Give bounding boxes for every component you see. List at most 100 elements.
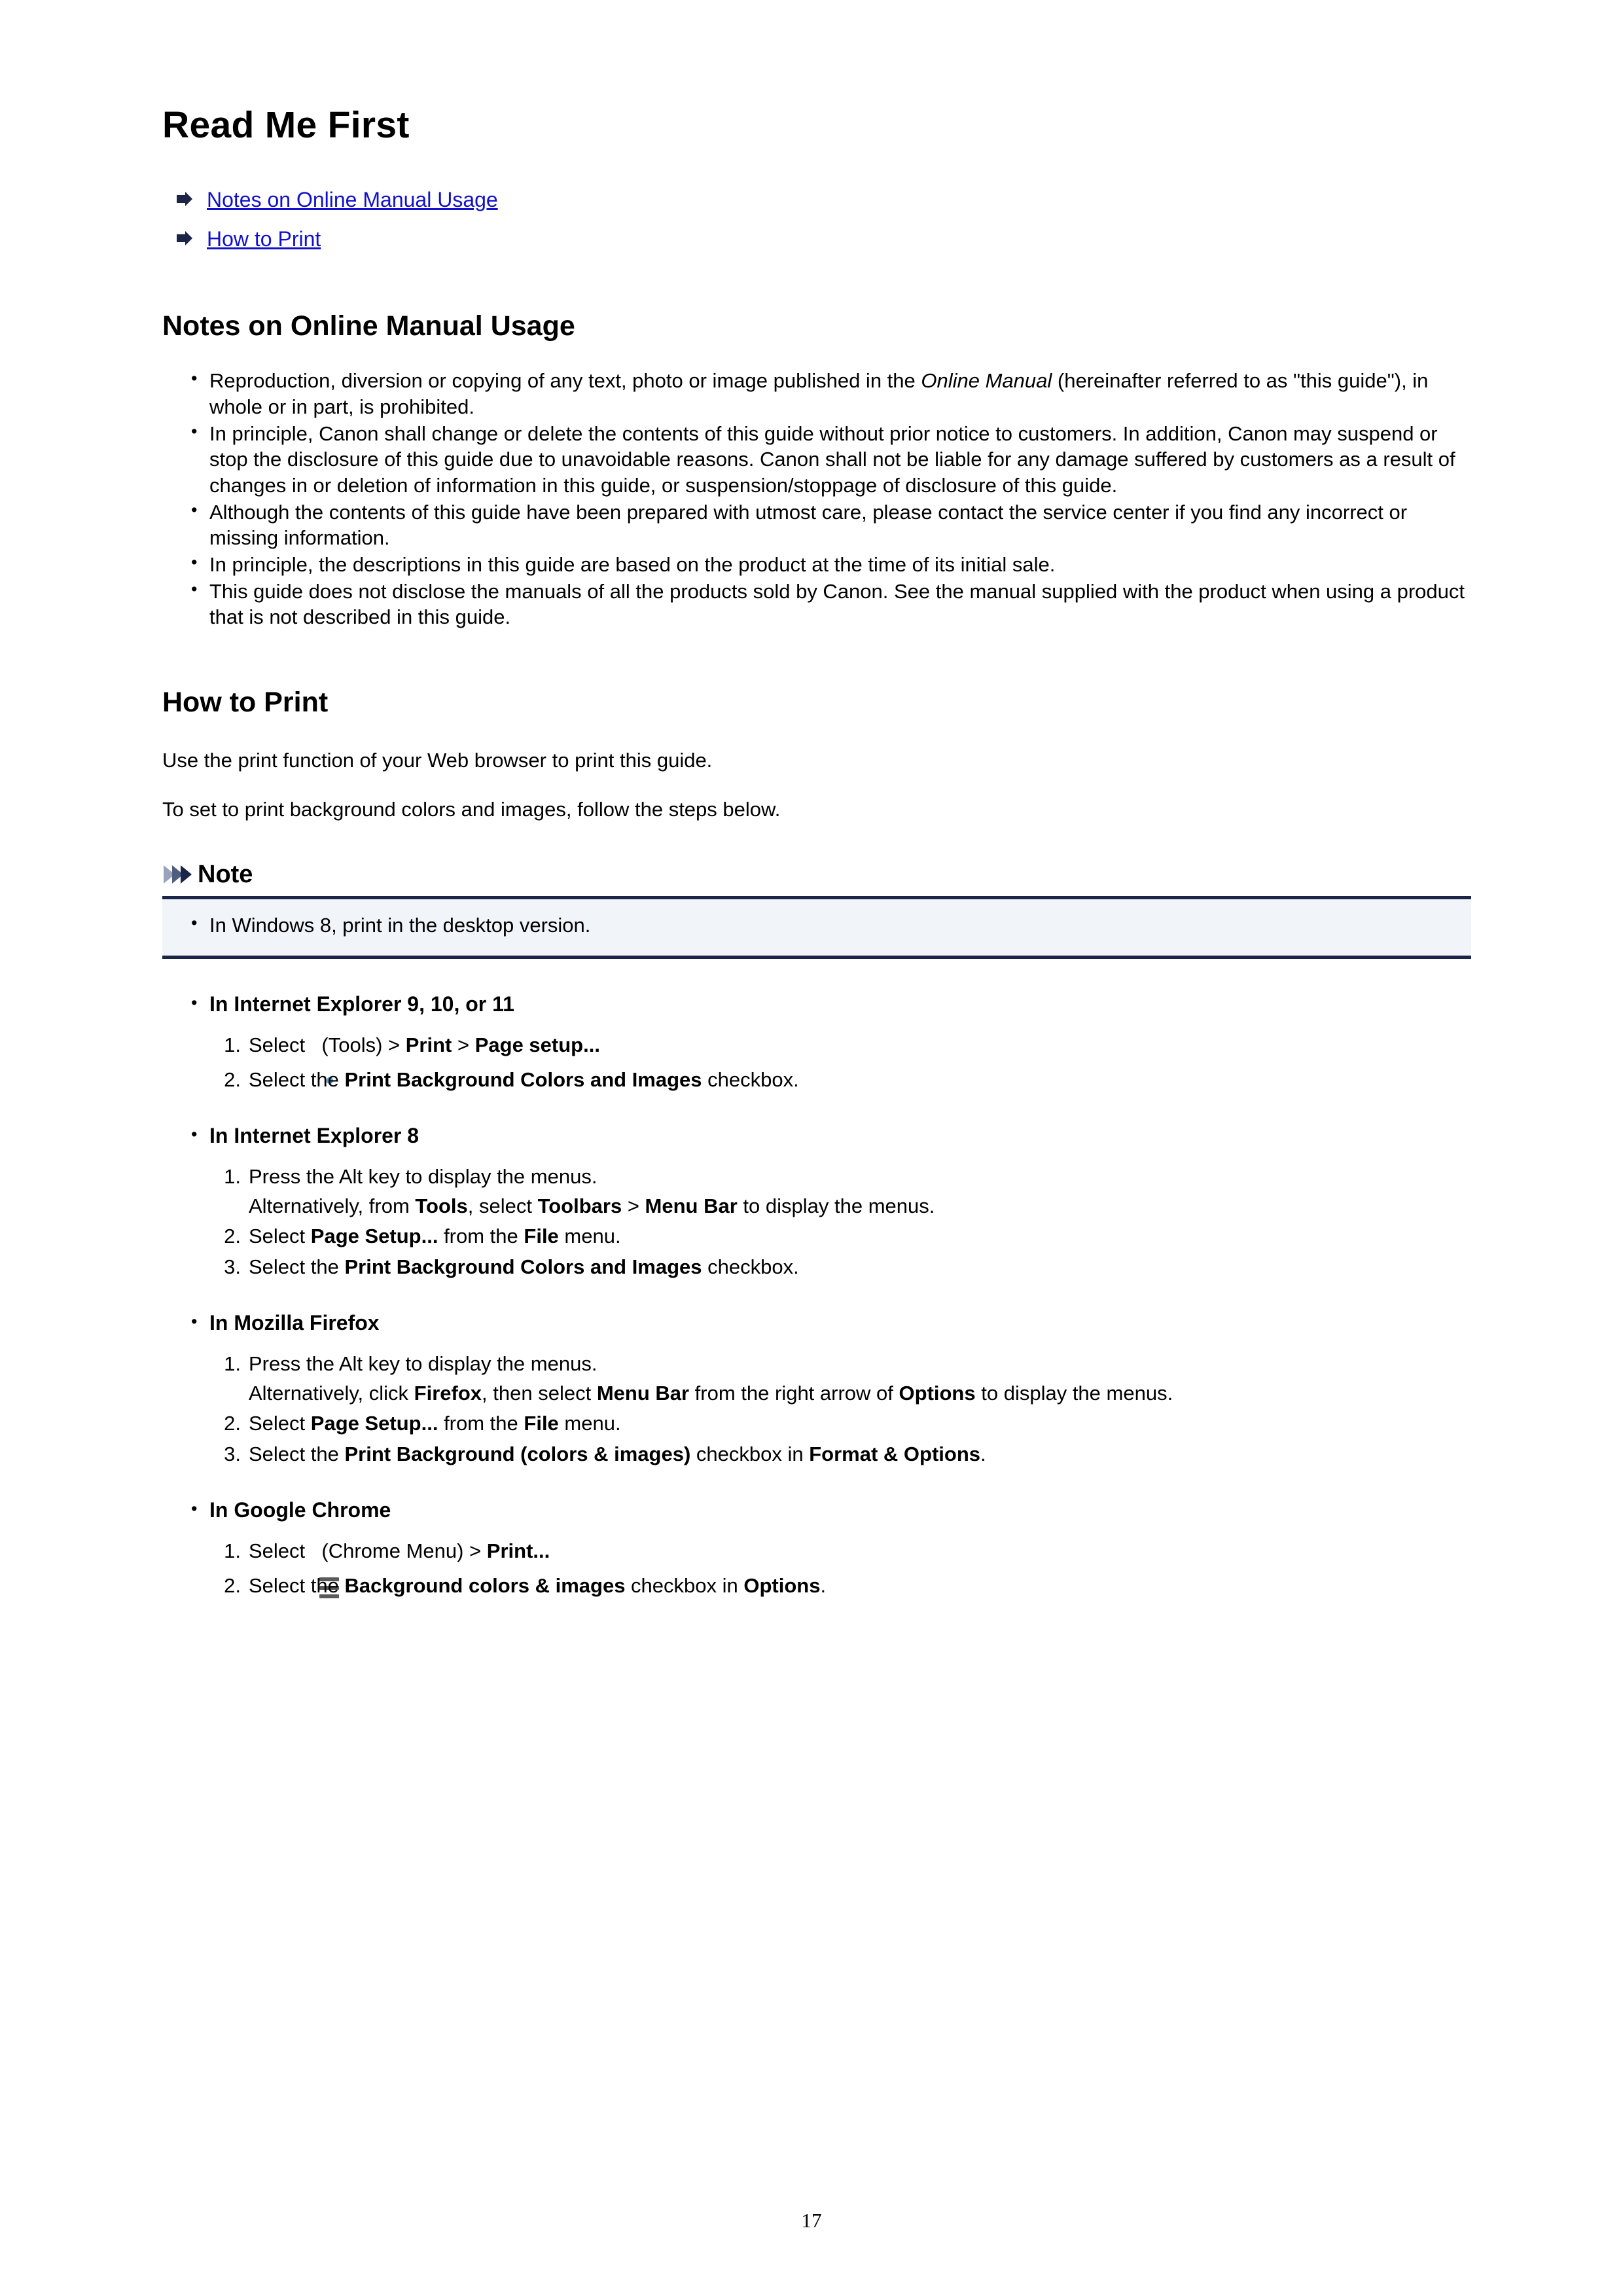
text-run: . [820, 1574, 827, 1598]
text-run: (Tools) > [315, 1033, 406, 1056]
browser-block: In Internet Explorer 9, 10, or 11 Select … [191, 992, 1471, 1093]
browser-name: In Mozilla Firefox [209, 1310, 380, 1335]
text-run: Select [249, 1412, 311, 1435]
text-run: . [980, 1443, 986, 1466]
step-alternative-line: Alternatively, from Tools, select Toolba… [249, 1193, 1471, 1219]
text-run: In principle, the descriptions in this g… [209, 552, 1056, 576]
text-run: Select the [249, 1068, 345, 1091]
step-item: Select the Print Background Colors and I… [215, 1067, 1471, 1093]
emphasis-bold: Print Background (colors & images) [344, 1443, 691, 1466]
emphasis-bold: Menu Bar [645, 1194, 738, 1217]
text-run: to display the menus. [975, 1381, 1173, 1405]
table-of-contents: Notes on Online Manual Usage How to Print [175, 187, 1471, 252]
emphasis-bold: Page setup... [474, 1033, 600, 1056]
step-item: Select the Print Background (colors & im… [215, 1441, 1471, 1467]
arrow-right-icon [175, 189, 194, 209]
browser-block: In Google Chrome Select (Chrome Menu) > P… [191, 1498, 1471, 1599]
emphasis-bold: Page Setup... [310, 1412, 438, 1435]
browser-block: In Internet Explorer 8 Press the Alt key … [191, 1123, 1471, 1280]
emphasis-bold: Tools [415, 1194, 468, 1217]
text-run: Select the [249, 1443, 345, 1466]
step-item: Select the Print Background Colors and I… [215, 1254, 1471, 1280]
text-run: Select [249, 1225, 311, 1248]
step-item: Select (Chrome Menu) > Print... [215, 1538, 1471, 1599]
step-alternative-line: Alternatively, click Firefox, then selec… [249, 1380, 1471, 1407]
step-item: Press the Alt key to display the menus. A… [215, 1351, 1471, 1407]
notes-bullet-list: Reproduction, diversion or copying of an… [162, 367, 1471, 630]
note-callout-header: Note [164, 862, 1471, 887]
browser-instructions-list: In Internet Explorer 9, 10, or 11 Select … [162, 992, 1471, 1599]
text-run: Select the [249, 1255, 345, 1279]
text-run: > [452, 1033, 475, 1056]
text-run: Select the [249, 1574, 345, 1598]
emphasis-bold: File [524, 1412, 559, 1435]
text-run: checkbox. [702, 1068, 799, 1091]
text-run: Select [249, 1033, 311, 1056]
browser-name: In Google Chrome [209, 1498, 391, 1522]
text-run: In principle, Canon shall change or dele… [209, 422, 1455, 497]
browser-name: In Internet Explorer 8 [209, 1123, 419, 1147]
list-item: In principle, Canon shall change or dele… [191, 420, 1471, 499]
text-run: checkbox. [702, 1255, 799, 1279]
step-item: Select (Tools) > Print > Page setup... [215, 1032, 1471, 1090]
text-run: to display the menus. [737, 1194, 935, 1217]
emphasis-bold: File [524, 1225, 559, 1248]
text-run: Although the contents of this guide have… [209, 500, 1408, 550]
page-content: Read Me First Notes on Online Manual Usa… [162, 105, 1471, 1604]
text-run: (Chrome Menu) > [315, 1539, 487, 1563]
note-list-item: In Windows 8, print in the desktop versi… [191, 912, 1471, 939]
note-callout-box: In Windows 8, print in the desktop versi… [162, 895, 1471, 959]
note-bullet-list: In Windows 8, print in the desktop versi… [162, 912, 1471, 939]
browser-block: In Mozilla Firefox Press the Alt key to d… [191, 1310, 1471, 1467]
text-run: Select [249, 1539, 311, 1563]
emphasis-bold: Print Background Colors and Images [344, 1255, 702, 1279]
list-item: Reproduction, diversion or copying of an… [191, 367, 1471, 420]
step-list: Select (Chrome Menu) > Print... Select th… [209, 1538, 1471, 1599]
emphasis-bold: Background colors & images [344, 1574, 626, 1598]
text-run: Alternatively, from [249, 1194, 416, 1217]
note-title: Note [198, 860, 253, 888]
text-run: This guide does not disclose the manuals… [209, 579, 1465, 629]
text-run: checkbox in [690, 1443, 810, 1466]
text-run: , select [467, 1194, 538, 1217]
page-title: Read Me First [162, 104, 410, 146]
emphasis-bold: Print Background Colors and Images [344, 1068, 702, 1091]
text-run: from the right arrow of [689, 1381, 899, 1405]
list-item: This guide does not disclose the manuals… [191, 578, 1471, 630]
emphasis-bold: Firefox [414, 1381, 482, 1405]
step-list: Select (Tools) > Print > Page setup... Se… [209, 1032, 1471, 1093]
emphasis-bold: Options [743, 1574, 821, 1598]
intro-paragraph-2: To set to print background colors and im… [162, 798, 781, 821]
text-run: , then select [482, 1381, 597, 1405]
emphasis-italic: Online Manual [921, 369, 1052, 393]
toc-link[interactable]: How to Print [207, 226, 321, 252]
text-run: menu. [558, 1412, 621, 1435]
text-run: Press the Alt key to display the menus. [249, 1352, 597, 1376]
section-heading-notes: Notes on Online Manual Usage [162, 310, 575, 342]
list-item: In principle, the descriptions in this g… [191, 551, 1471, 578]
document-page: Read Me First Notes on Online Manual Usa… [0, 0, 1623, 2296]
text-run: menu. [558, 1225, 621, 1248]
toc-item[interactable]: How to Print [175, 226, 1471, 252]
section-heading-how-to-print: How to Print [162, 687, 329, 718]
text-run: from the [438, 1412, 524, 1435]
text-run: Alternatively, click [249, 1381, 414, 1405]
text-run: > [622, 1194, 645, 1217]
step-item: Select the Background colors & images ch… [215, 1573, 1471, 1599]
toc-link[interactable]: Notes on Online Manual Usage [207, 187, 498, 213]
emphasis-bold: Print... [486, 1539, 550, 1563]
step-item: Select Page Setup... from the File menu. [215, 1410, 1471, 1437]
text-run: from the [438, 1225, 524, 1248]
emphasis-bold: Menu Bar [596, 1381, 690, 1405]
emphasis-bold: Print [405, 1033, 452, 1056]
text-run: Press the Alt key to display the menus. [249, 1165, 597, 1189]
step-list: Press the Alt key to display the menus. A… [209, 1351, 1471, 1467]
emphasis-bold: Format & Options [809, 1443, 981, 1466]
emphasis-bold: Page Setup... [310, 1225, 438, 1248]
toc-item[interactable]: Notes on Online Manual Usage [175, 187, 1471, 213]
page-number: 17 [801, 2209, 822, 2232]
text-run: checkbox in [625, 1574, 744, 1598]
step-list: Press the Alt key to display the menus. A… [209, 1164, 1471, 1280]
list-item: Although the contents of this guide have… [191, 499, 1471, 551]
